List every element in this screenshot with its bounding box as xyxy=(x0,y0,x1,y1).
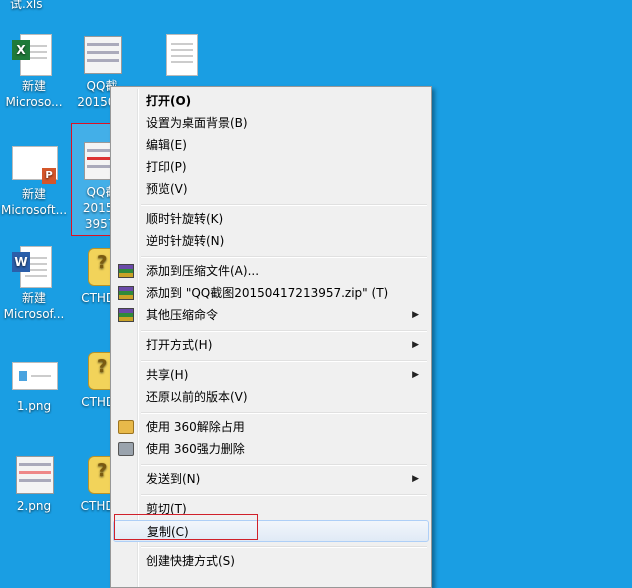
menu-item-add-to-zip[interactable]: 添加到 "QQ截图20150417213957.zip" (T) xyxy=(113,282,429,304)
menu-item-open-with[interactable]: 打开方式(H) ▶ xyxy=(113,334,429,356)
icon-label: 2.png xyxy=(16,499,52,513)
menu-item-create-shortcut[interactable]: 创建快捷方式(S) xyxy=(113,550,429,572)
icon-label: 新建 xyxy=(21,79,46,93)
menu-item-label: 共享(H) xyxy=(146,368,189,382)
menu-item-preview[interactable]: 预览(V) xyxy=(113,178,429,200)
unlock-360-icon xyxy=(118,420,134,434)
icon-label: 1.png xyxy=(16,399,52,413)
menu-item-rotate-counterclockwise[interactable]: 逆时针旋转(N) xyxy=(113,230,429,252)
submenu-arrow-icon: ▶ xyxy=(412,310,419,320)
desktop-icon-excel-new[interactable]: X 新建 Microso... xyxy=(0,32,68,110)
context-menu: 打开(O) 设置为桌面背景(B) 编辑(E) 打印(P) 预览(V) 顺时针旋转… xyxy=(110,86,432,588)
menu-item-label: 使用 360解除占用 xyxy=(146,420,245,434)
text-file-icon xyxy=(158,32,202,76)
menu-item-print[interactable]: 打印(P) xyxy=(113,156,429,178)
menu-separator xyxy=(141,464,427,466)
submenu-arrow-icon: ▶ xyxy=(412,370,419,380)
desktop-file-label-top[interactable]: 试.xls xyxy=(10,0,70,12)
menu-item-label: 发送到(N) xyxy=(146,472,201,486)
icon-label: Microso... xyxy=(5,95,63,109)
menu-item-label: 打开方式(H) xyxy=(146,338,213,352)
menu-item-restore-previous[interactable]: 还原以前的版本(V) xyxy=(113,386,429,408)
desktop-icon-ppt-new[interactable]: P 新建 Microsoft... xyxy=(0,140,68,218)
desktop-icon-text-file[interactable] xyxy=(146,32,214,78)
image-file-icon xyxy=(12,452,56,496)
menu-item-label: 设置为桌面背景(B) xyxy=(146,116,248,130)
menu-item-label: 创建快捷方式(S) xyxy=(146,554,235,568)
powerpoint-file-icon: P xyxy=(12,140,58,184)
image-file-icon xyxy=(12,352,58,396)
screenshot-thumbnail-icon xyxy=(80,32,124,76)
menu-item-label: 使用 360强力删除 xyxy=(146,442,245,456)
winrar-icon xyxy=(118,286,134,300)
menu-separator xyxy=(141,494,427,496)
menu-separator xyxy=(141,330,427,332)
menu-separator xyxy=(141,546,427,548)
menu-item-label: 逆时针旋转(N) xyxy=(146,234,225,248)
menu-item-rotate-clockwise[interactable]: 顺时针旋转(K) xyxy=(113,208,429,230)
annotation-highlight-box xyxy=(114,514,258,540)
menu-item-label: 还原以前的版本(V) xyxy=(146,390,248,404)
winrar-icon xyxy=(118,264,134,278)
icon-label: Microsoft... xyxy=(0,203,68,217)
menu-separator xyxy=(141,204,427,206)
menu-item-360-unlock[interactable]: 使用 360解除占用 xyxy=(113,416,429,438)
menu-item-label: 其他压缩命令 xyxy=(146,308,219,322)
menu-item-360-delete[interactable]: 使用 360强力删除 xyxy=(113,438,429,460)
menu-item-label: 添加到压缩文件(A)... xyxy=(146,264,260,278)
menu-item-label: 顺时针旋转(K) xyxy=(146,212,224,226)
desktop-icon-1-png[interactable]: 1.png xyxy=(0,352,68,414)
menu-item-open[interactable]: 打开(O) xyxy=(113,90,429,112)
menu-separator xyxy=(141,256,427,258)
menu-separator xyxy=(141,360,427,362)
menu-item-share[interactable]: 共享(H) ▶ xyxy=(113,364,429,386)
icon-label: 新建 xyxy=(21,187,46,201)
submenu-arrow-icon: ▶ xyxy=(412,474,419,484)
icon-label: Microsof... xyxy=(3,307,65,321)
winrar-icon xyxy=(118,308,134,322)
desktop-icon-2-png[interactable]: 2.png xyxy=(0,452,68,514)
menu-item-add-to-archive[interactable]: 添加到压缩文件(A)... xyxy=(113,260,429,282)
menu-item-send-to[interactable]: 发送到(N) ▶ xyxy=(113,468,429,490)
menu-item-set-wallpaper[interactable]: 设置为桌面背景(B) xyxy=(113,112,429,134)
shred-360-icon xyxy=(118,442,134,456)
desktop-icon-word-new[interactable]: W 新建 Microsof... xyxy=(0,244,68,322)
menu-item-label: 添加到 "QQ截图20150417213957.zip" (T) xyxy=(146,286,389,300)
icon-label: 新建 xyxy=(21,291,46,305)
menu-separator xyxy=(141,412,427,414)
menu-item-label: 打印(P) xyxy=(146,160,187,174)
word-file-icon: W xyxy=(12,244,56,288)
menu-item-label: 打开(O) xyxy=(146,94,192,108)
excel-file-icon: X xyxy=(12,32,56,76)
menu-item-other-compress[interactable]: 其他压缩命令 ▶ xyxy=(113,304,429,326)
menu-item-label: 预览(V) xyxy=(146,182,188,196)
file-label: 试.xls xyxy=(10,0,43,11)
submenu-arrow-icon: ▶ xyxy=(412,340,419,350)
menu-item-edit[interactable]: 编辑(E) xyxy=(113,134,429,156)
menu-item-label: 编辑(E) xyxy=(146,138,187,152)
